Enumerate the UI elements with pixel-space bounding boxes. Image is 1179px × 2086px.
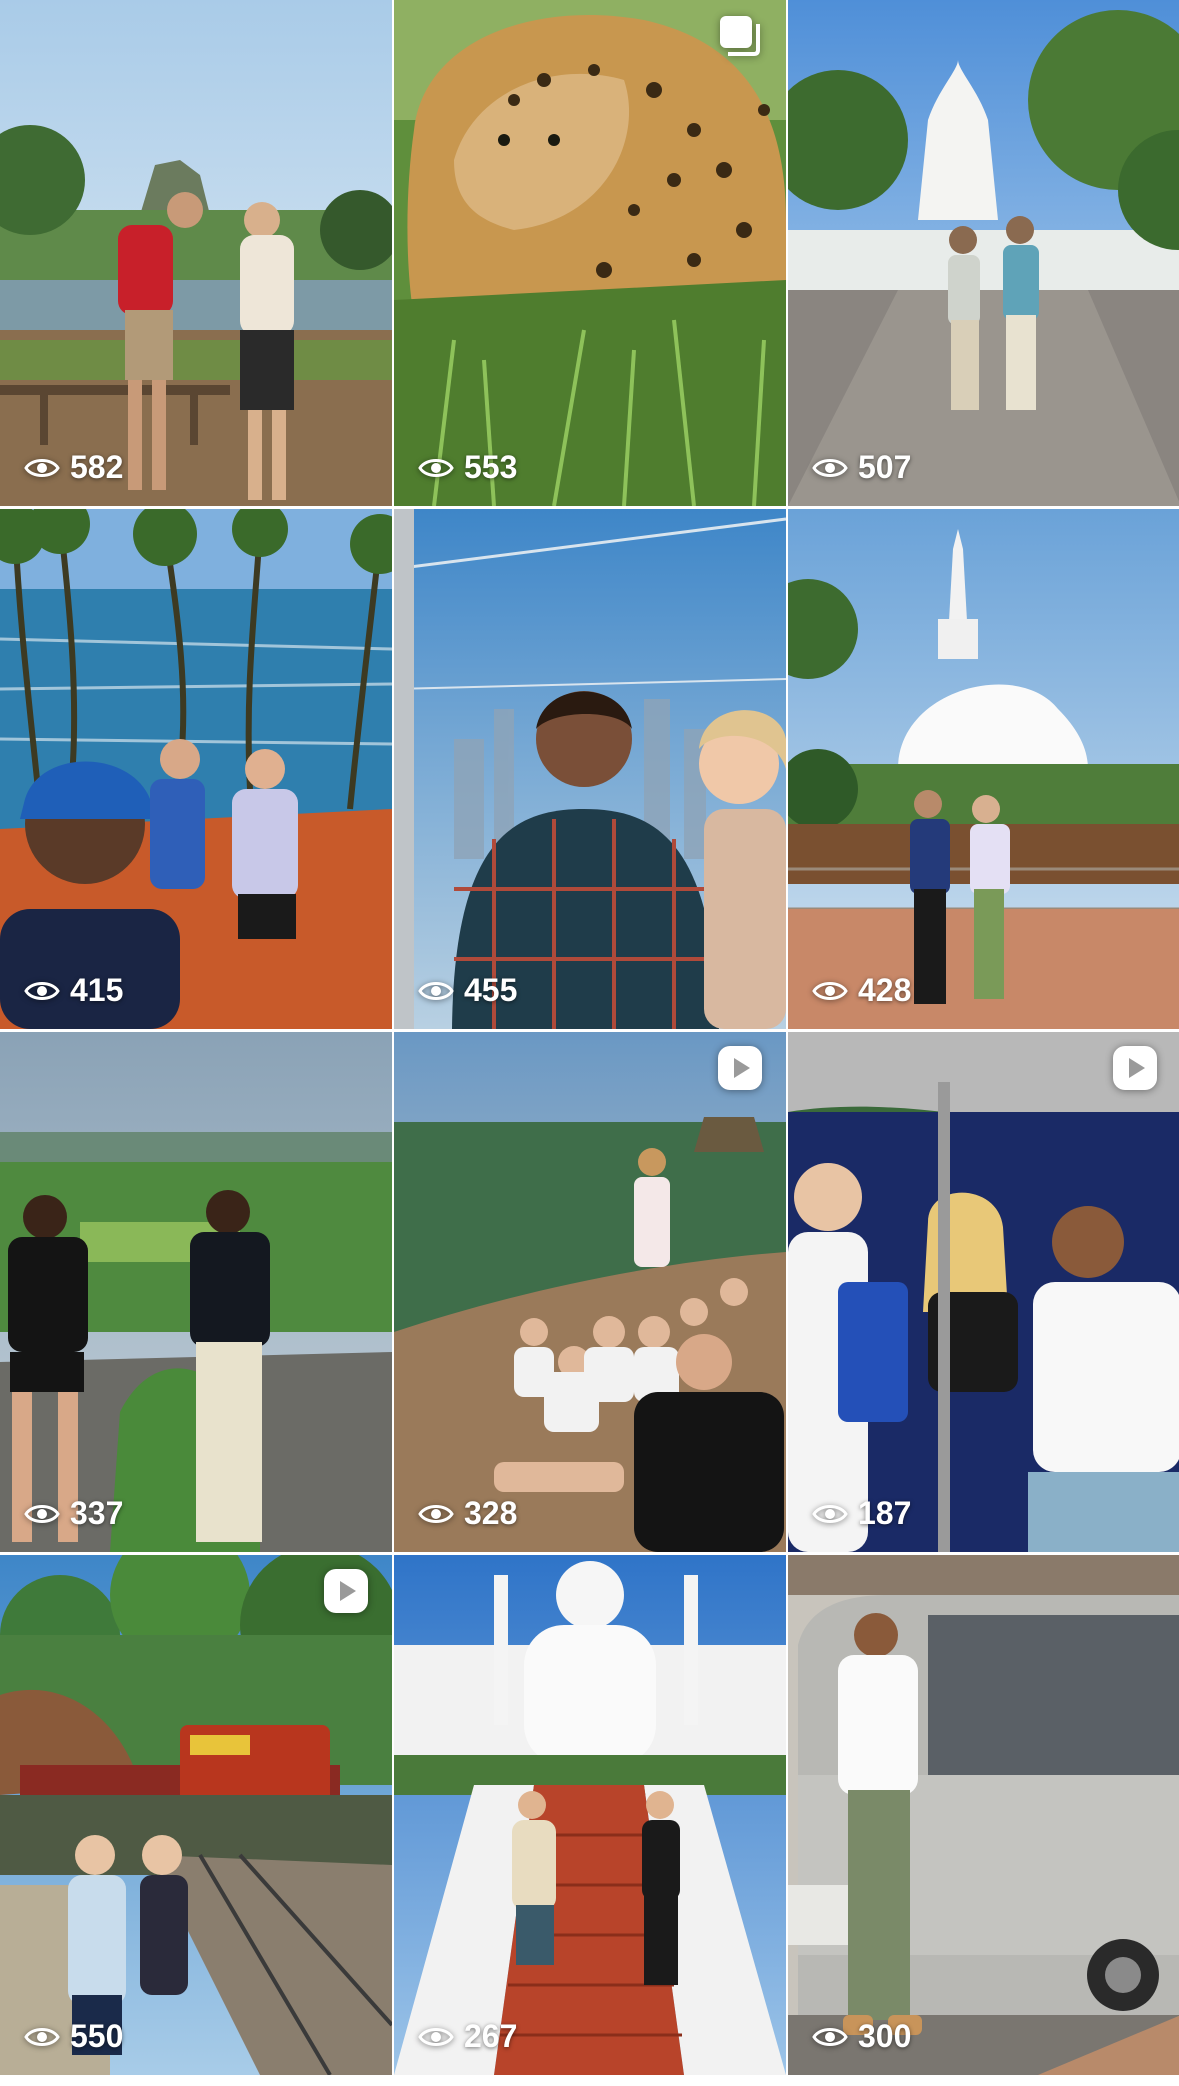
eye-icon bbox=[24, 981, 60, 1000]
posts-grid: 582 553 507 415 455 428 337 328 187 550 … bbox=[0, 0, 1179, 2086]
post-tile[interactable]: 550 bbox=[0, 1555, 392, 2075]
post-image bbox=[788, 0, 1179, 506]
view-count-value: 582 bbox=[70, 449, 124, 485]
eye-icon bbox=[418, 1504, 454, 1523]
eye-icon bbox=[418, 458, 454, 477]
post-tile[interactable]: 337 bbox=[0, 1032, 392, 1552]
view-count-value: 428 bbox=[858, 972, 912, 1008]
post-image bbox=[788, 1032, 1179, 1552]
post-image bbox=[394, 1032, 786, 1552]
view-count: 328 bbox=[418, 1495, 517, 1532]
post-image bbox=[0, 0, 392, 506]
post-image bbox=[394, 0, 786, 506]
reel-play-icon bbox=[324, 1569, 368, 1613]
post-tile[interactable]: 455 bbox=[394, 509, 786, 1029]
view-count-value: 553 bbox=[464, 449, 518, 485]
post-tile[interactable]: 267 bbox=[394, 1555, 786, 2075]
view-count-value: 187 bbox=[858, 1495, 912, 1531]
view-count: 300 bbox=[812, 2018, 911, 2055]
view-count: 267 bbox=[418, 2018, 517, 2055]
post-image bbox=[394, 509, 786, 1029]
view-count-value: 328 bbox=[464, 1495, 518, 1531]
eye-icon bbox=[24, 2027, 60, 2046]
eye-icon bbox=[812, 1504, 848, 1523]
eye-icon bbox=[812, 458, 848, 477]
post-tile[interactable]: 415 bbox=[0, 509, 392, 1029]
post-image bbox=[0, 1555, 392, 2075]
post-image bbox=[0, 1032, 392, 1552]
reel-play-icon bbox=[718, 1046, 762, 1090]
view-count: 582 bbox=[24, 449, 123, 486]
post-image bbox=[788, 509, 1179, 1029]
view-count: 507 bbox=[812, 449, 911, 486]
post-tile[interactable]: 507 bbox=[788, 0, 1179, 506]
view-count-value: 267 bbox=[464, 2018, 518, 2054]
eye-icon bbox=[24, 1504, 60, 1523]
view-count-value: 337 bbox=[70, 1495, 124, 1531]
post-image bbox=[0, 509, 392, 1029]
carousel-icon bbox=[720, 16, 760, 56]
eye-icon bbox=[24, 458, 60, 477]
view-count-value: 415 bbox=[70, 972, 124, 1008]
reel-play-icon bbox=[1113, 1046, 1157, 1090]
view-count-value: 455 bbox=[464, 972, 518, 1008]
post-tile[interactable]: 428 bbox=[788, 509, 1179, 1029]
view-count: 415 bbox=[24, 972, 123, 1009]
post-tile[interactable]: 553 bbox=[394, 0, 786, 506]
eye-icon bbox=[812, 981, 848, 1000]
view-count: 553 bbox=[418, 449, 517, 486]
view-count: 337 bbox=[24, 1495, 123, 1532]
post-image bbox=[788, 1555, 1179, 2075]
eye-icon bbox=[418, 2027, 454, 2046]
view-count: 550 bbox=[24, 2018, 123, 2055]
post-tile[interactable]: 582 bbox=[0, 0, 392, 506]
eye-icon bbox=[418, 981, 454, 1000]
post-tile[interactable]: 187 bbox=[788, 1032, 1179, 1552]
view-count-value: 550 bbox=[70, 2018, 124, 2054]
post-image bbox=[394, 1555, 786, 2075]
post-tile[interactable]: 328 bbox=[394, 1032, 786, 1552]
view-count: 428 bbox=[812, 972, 911, 1009]
post-tile[interactable]: 300 bbox=[788, 1555, 1179, 2075]
view-count: 187 bbox=[812, 1495, 911, 1532]
view-count: 455 bbox=[418, 972, 517, 1009]
view-count-value: 300 bbox=[858, 2018, 912, 2054]
eye-icon bbox=[812, 2027, 848, 2046]
view-count-value: 507 bbox=[858, 449, 912, 485]
